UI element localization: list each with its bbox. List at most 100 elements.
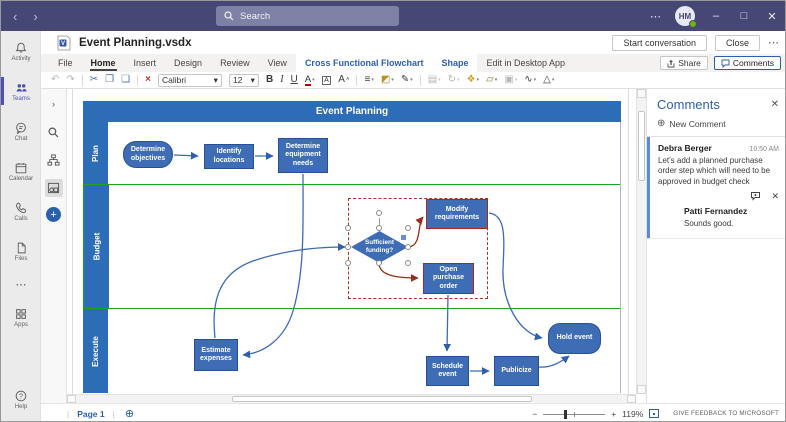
- scroll-up-icon[interactable]: [637, 89, 646, 98]
- comment-thread[interactable]: Debra Berger 10:50 AM Let's add a planne…: [647, 137, 786, 239]
- zoom-slider[interactable]: [543, 409, 605, 419]
- diagram-parts-icon[interactable]: [45, 151, 63, 169]
- sidebar-item-calendar[interactable]: Calendar: [1, 151, 41, 191]
- selection-handle[interactable]: [345, 225, 351, 231]
- copy-button[interactable]: ❐: [105, 75, 114, 85]
- shape-identify-locations[interactable]: Identify locations: [204, 144, 254, 169]
- zoom-out-icon[interactable]: −: [532, 409, 537, 419]
- expand-panel-icon[interactable]: ›: [45, 95, 63, 113]
- resolve-comment-icon[interactable]: ✕: [771, 191, 779, 202]
- shape-determine-objectives[interactable]: Determine objectives: [123, 141, 173, 168]
- drawing-canvas[interactable]: Plan Budget Execute Event Planning: [67, 89, 646, 403]
- back-icon[interactable]: ‹: [13, 9, 17, 24]
- font-size-select[interactable]: 12▾: [229, 74, 259, 87]
- scroll-right-icon[interactable]: [627, 395, 636, 403]
- delete-button[interactable]: ×: [145, 75, 151, 85]
- tab-design[interactable]: Design: [165, 54, 211, 72]
- avatar[interactable]: HM: [675, 6, 695, 26]
- selection-handle[interactable]: [405, 225, 411, 231]
- search-input[interactable]: Search: [216, 6, 399, 26]
- grow-font-button[interactable]: A˄: [338, 75, 349, 85]
- shape-publicize[interactable]: Publicize: [494, 356, 539, 386]
- tab-shape[interactable]: Shape: [432, 54, 477, 72]
- fit-to-window-icon[interactable]: [649, 409, 659, 418]
- start-conversation-button[interactable]: Start conversation: [612, 35, 707, 51]
- tab-view[interactable]: View: [259, 54, 296, 72]
- connector-button[interactable]: ∿▾: [524, 75, 536, 85]
- tab-insert[interactable]: Insert: [125, 54, 166, 72]
- more-options-icon[interactable]: ⋯: [650, 10, 661, 23]
- tab-cross-functional-flowchart[interactable]: Cross Functional Flowchart: [296, 54, 433, 72]
- horizontal-scroll-thumb[interactable]: [232, 396, 532, 402]
- shape-determine-equipment-needs[interactable]: Determine equipment needs: [278, 138, 328, 173]
- paste-button[interactable]: ❏: [121, 75, 130, 85]
- selection-handle[interactable]: [345, 260, 351, 266]
- selection-handle[interactable]: [376, 260, 382, 266]
- edit-in-desktop-app-button[interactable]: Edit in Desktop App: [477, 54, 574, 72]
- position-button[interactable]: ▤▾: [428, 75, 441, 85]
- reply-comment-icon[interactable]: [750, 191, 761, 201]
- sidebar-item-calls[interactable]: Calls: [1, 191, 41, 231]
- selection-handle[interactable]: [376, 225, 382, 231]
- sidebar-more-icon[interactable]: ⋯: [1, 271, 41, 297]
- sidebar-item-help[interactable]: ? Help: [1, 379, 41, 419]
- shape-open-purchase-order[interactable]: Open purchase order: [423, 263, 474, 294]
- shape-search-icon[interactable]: [45, 123, 63, 141]
- tab-home[interactable]: Home: [82, 54, 125, 72]
- zoom-in-icon[interactable]: +: [611, 409, 616, 419]
- close-comments-icon[interactable]: ✕: [771, 99, 779, 110]
- selection-handle[interactable]: [405, 244, 411, 250]
- vertical-scroll-thumb[interactable]: [638, 111, 645, 181]
- change-shape-button[interactable]: △▾: [543, 75, 554, 85]
- font-color-button[interactable]: A▾: [305, 75, 315, 85]
- sidebar-item-files[interactable]: Files: [1, 231, 41, 271]
- shape-schedule-event[interactable]: Schedule event: [426, 356, 469, 386]
- group-button[interactable]: ❖▾: [467, 75, 479, 85]
- tab-review[interactable]: Review: [211, 54, 259, 72]
- italic-button[interactable]: I: [280, 75, 283, 85]
- font-name-select[interactable]: Calibri▾: [158, 74, 222, 87]
- comments-button[interactable]: Comments: [714, 56, 781, 70]
- rotate-button[interactable]: ↻▾: [448, 75, 460, 85]
- add-page-icon[interactable]: ⊕: [125, 407, 134, 420]
- sidebar-item-activity[interactable]: Activity: [1, 31, 41, 71]
- sidebar-item-apps[interactable]: Apps: [1, 297, 41, 337]
- line-color-button[interactable]: ✎▾: [401, 75, 413, 85]
- underline-button[interactable]: U: [291, 75, 298, 85]
- lane-execute[interactable]: Execute: [83, 309, 621, 393]
- close-document-button[interactable]: Close: [715, 35, 760, 51]
- rotation-handle[interactable]: [376, 210, 382, 216]
- sidebar-item-teams[interactable]: Teams: [1, 71, 41, 111]
- tab-file[interactable]: File: [49, 54, 82, 72]
- selection-handle[interactable]: [405, 260, 411, 266]
- sidebar-item-chat[interactable]: Chat: [1, 111, 41, 151]
- flowchart-title-bar[interactable]: Event Planning: [83, 101, 621, 122]
- add-shape-button[interactable]: +: [46, 207, 61, 222]
- scroll-left-icon[interactable]: [67, 395, 76, 403]
- ungroup-button[interactable]: ▱▾: [486, 75, 497, 85]
- page-tab[interactable]: Page 1: [77, 409, 104, 419]
- zoom-level[interactable]: 119%: [622, 409, 643, 419]
- shape-estimate-expenses[interactable]: Estimate expenses: [194, 339, 238, 371]
- align-button[interactable]: ≡▾: [364, 75, 373, 85]
- feedback-link[interactable]: GIVE FEEDBACK TO MICROSOFT: [673, 410, 779, 417]
- canvas-horizontal-scrollbar[interactable]: [67, 394, 636, 403]
- container-button[interactable]: ▣▾: [504, 75, 517, 85]
- fill-color-button[interactable]: ◩▾: [381, 75, 394, 85]
- zoom-slider-thumb[interactable]: [564, 410, 567, 419]
- minimize-button[interactable]: –: [709, 10, 723, 22]
- canvas-vertical-scrollbar[interactable]: [636, 89, 646, 394]
- shape-modify-requirements[interactable]: Modify requirements: [426, 199, 488, 229]
- undo-button[interactable]: ↶: [51, 75, 59, 85]
- scroll-down-icon[interactable]: [637, 385, 646, 394]
- maximize-button[interactable]: □: [737, 10, 751, 22]
- new-comment-button[interactable]: ⊕ New Comment: [647, 116, 786, 137]
- close-window-button[interactable]: ✕: [765, 10, 779, 23]
- stencil-shapes-icon[interactable]: [45, 179, 63, 197]
- shape-hold-event[interactable]: Hold event: [548, 323, 601, 354]
- share-button[interactable]: Share: [660, 56, 708, 70]
- selection-handle[interactable]: [345, 244, 351, 250]
- bold-button[interactable]: B: [266, 75, 273, 85]
- comment-reply[interactable]: Patti Fernandez Sounds good.: [658, 202, 779, 231]
- forward-icon[interactable]: ›: [33, 9, 37, 24]
